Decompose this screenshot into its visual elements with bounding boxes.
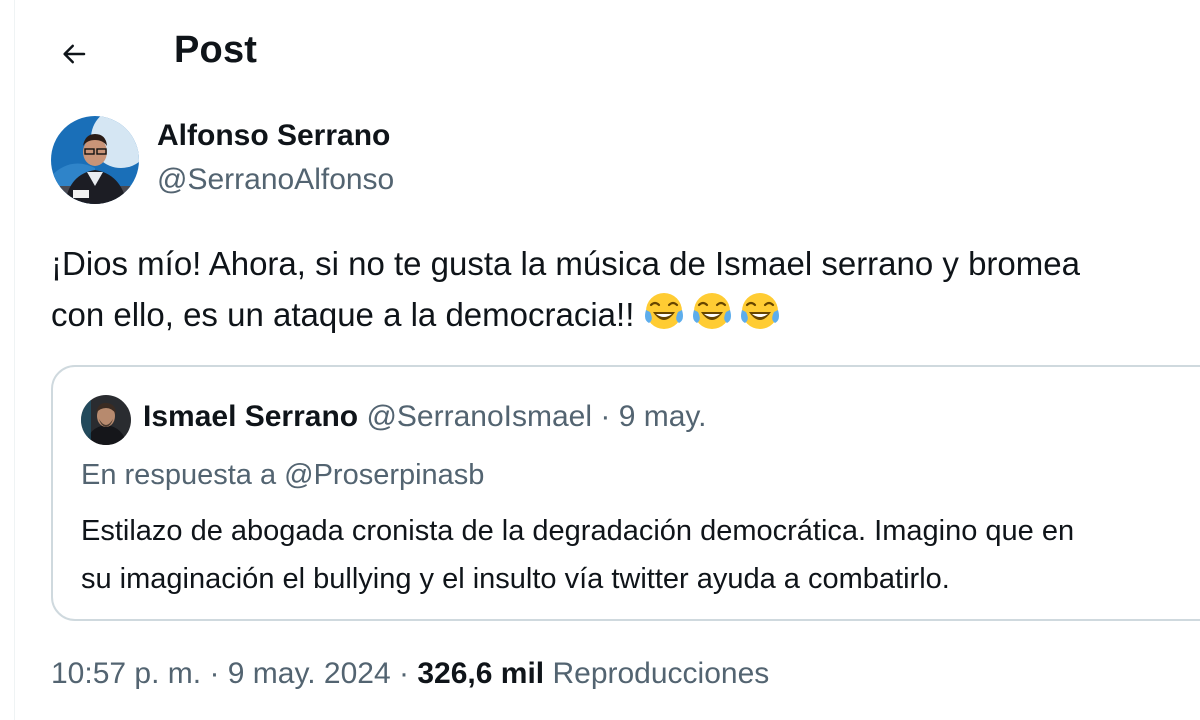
face-with-tears-of-joy-icon (741, 293, 780, 329)
quoted-post-card[interactable]: Ismael Serrano @SerranoIsmael · 9 may. E… (51, 365, 1200, 621)
quoted-author-handle[interactable]: @SerranoIsmael (366, 400, 592, 433)
reply-context: En respuesta a @Proserpinasb (81, 459, 485, 491)
back-button[interactable] (50, 30, 98, 78)
top-bar: Post (0, 0, 1200, 105)
tweet-line: con ello, es un ataque a la democracia!! (51, 289, 1200, 340)
emoji-group (634, 293, 782, 333)
column-border (14, 0, 15, 720)
author-name[interactable]: Alfonso Serrano (157, 119, 390, 153)
tweet-text: ¡Dios mío! Ahora, si no te gusta la músi… (51, 238, 1200, 340)
quoted-author-name[interactable]: Ismael Serrano (143, 400, 358, 433)
quoted-post-text: Estilazo de abogada cronista de la degra… (81, 507, 1074, 603)
tweet-line: ¡Dios mío! Ahora, si no te gusta la músi… (51, 245, 1080, 282)
quoted-post-header: Ismael Serrano @SerranoIsmael · 9 may. (143, 400, 707, 434)
author-avatar[interactable] (51, 116, 139, 204)
avatar-image (81, 395, 131, 445)
arrow-left-icon (63, 44, 86, 64)
post-meta-row: 10:57 p. m. · 9 may. 2024 · 326,6 mil Re… (51, 657, 769, 691)
separator-dot: · (600, 400, 611, 433)
quoted-text-line: Estilazo de abogada cronista de la degra… (81, 515, 1075, 547)
author-handle[interactable]: @SerranoAlfonso (157, 163, 394, 197)
avatar-image (51, 116, 139, 204)
views-label: Reproducciones (552, 657, 770, 690)
separator-dot: · (399, 657, 410, 690)
quoted-text-line: su imaginación el bullying y el insulto … (81, 563, 950, 595)
quoted-author-avatar[interactable] (81, 395, 131, 445)
views-count[interactable]: 326,6 mil (417, 657, 544, 690)
quoted-post-date[interactable]: 9 may. (619, 400, 707, 433)
separator-dot: · (209, 657, 220, 690)
face-with-tears-of-joy-icon (693, 293, 732, 329)
post-date[interactable]: 9 may. 2024 (228, 657, 391, 690)
page-title: Post (174, 29, 258, 71)
tweet-line-text: con ello, es un ataque a la democracia!! (51, 296, 635, 333)
face-with-tears-of-joy-icon (645, 293, 684, 329)
post-time[interactable]: 10:57 p. m. (51, 657, 201, 690)
